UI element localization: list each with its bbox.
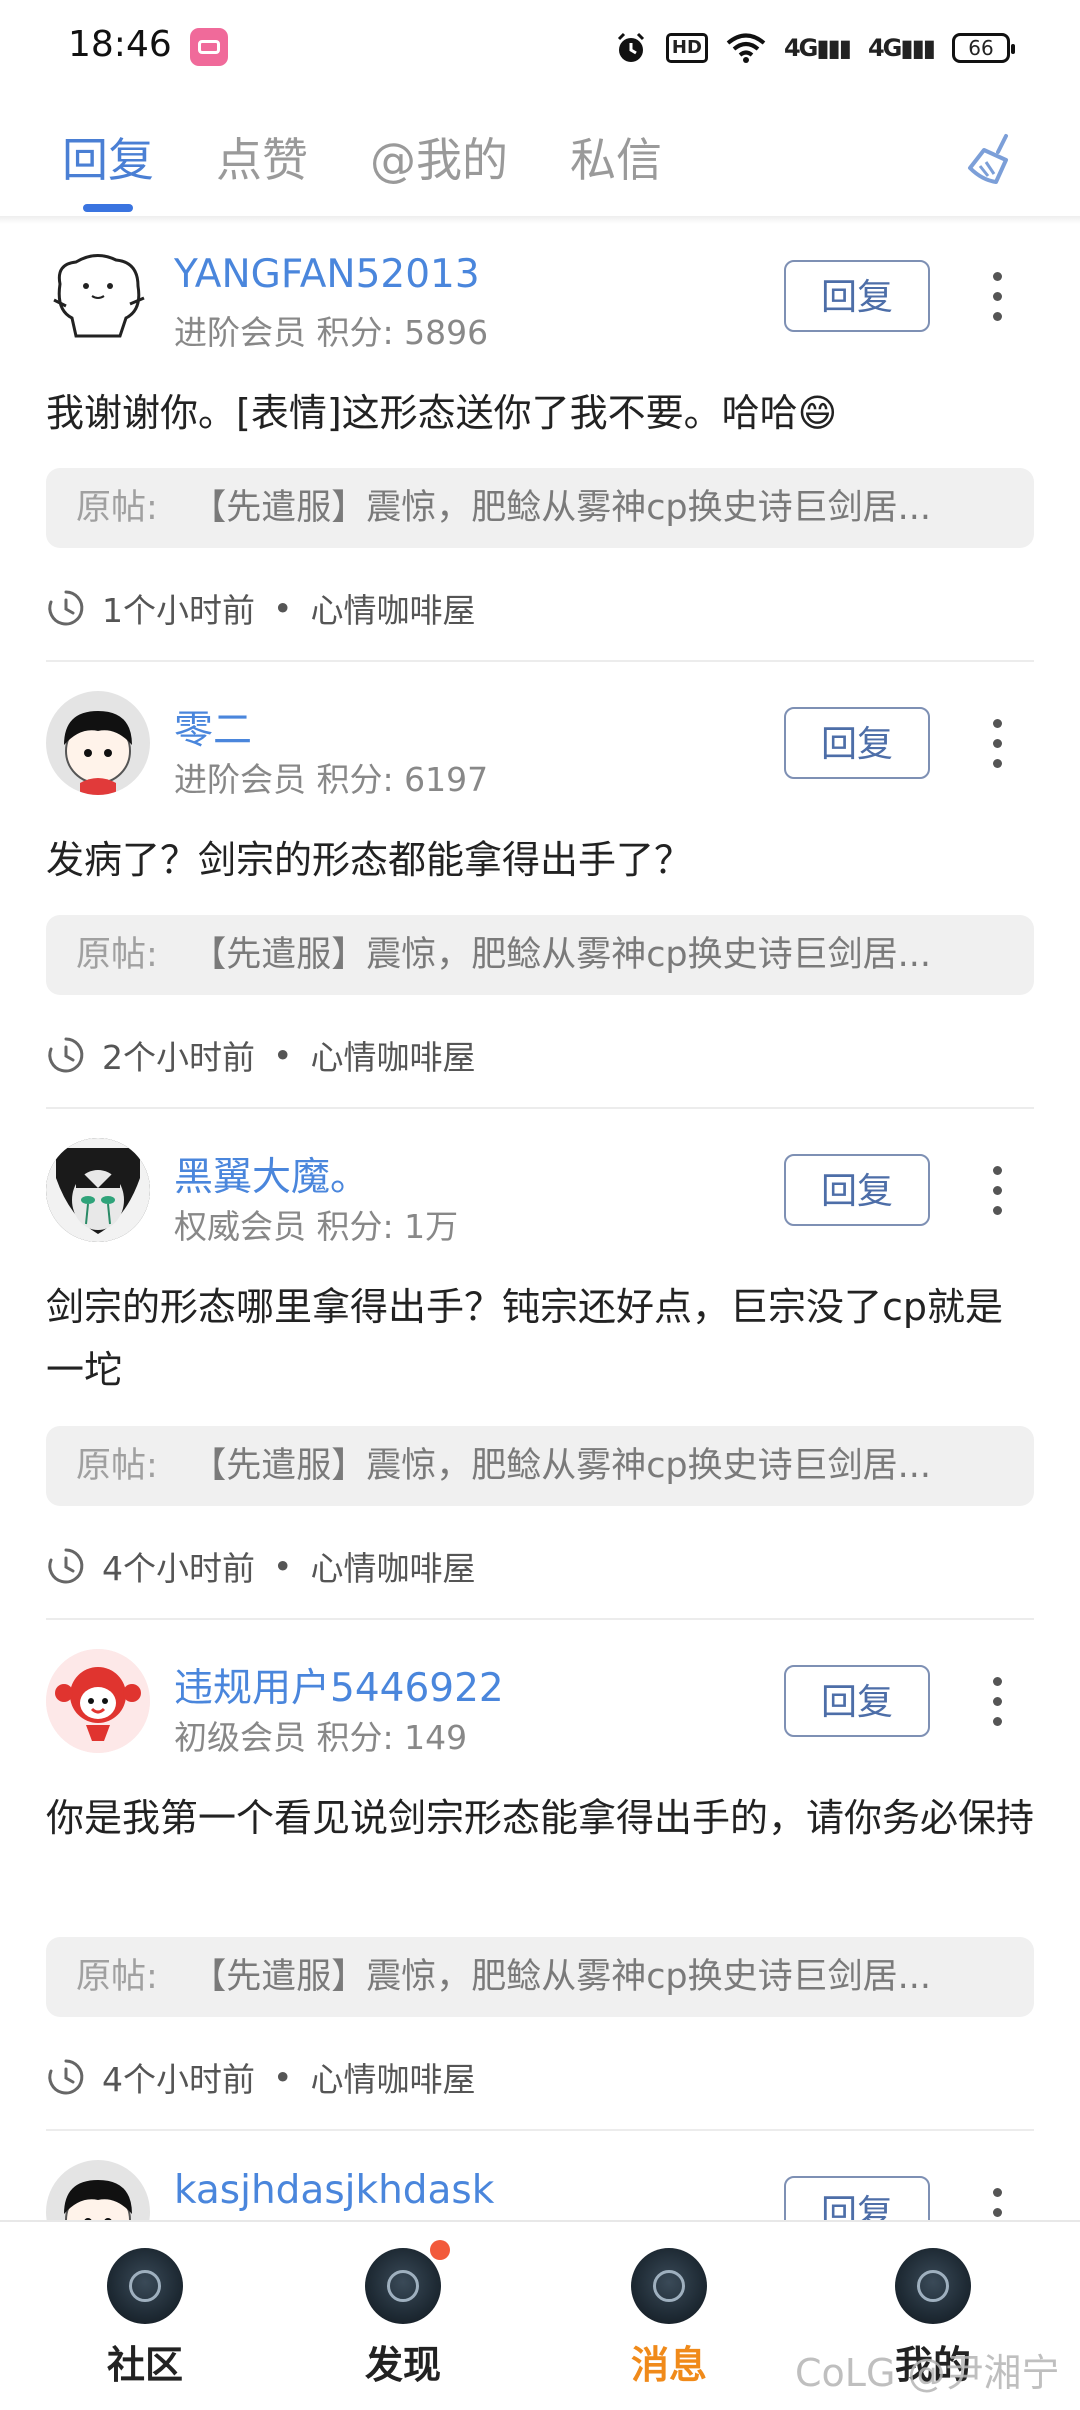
reply-button[interactable]: 回复 (784, 2176, 930, 2220)
reply-content: 发病了？剑宗的形态都能拿得出手了？ (46, 838, 693, 882)
reply-button[interactable]: 回复 (784, 1665, 930, 1737)
avatar[interactable] (46, 2160, 150, 2220)
divider (46, 2129, 1034, 2131)
username[interactable]: kasjhdasjkhdask (174, 2168, 494, 2213)
board-name[interactable]: 心情咖啡屋 (310, 2053, 475, 2101)
original-post-quote[interactable]: 原帖: 【先遣服】震惊，肥鲶从雾神cp换史诗巨剑居... (46, 468, 1034, 548)
message-tabs: 回复 点赞 @我的 私信 (0, 96, 1080, 218)
message-icon (631, 2248, 707, 2324)
clock-icon (48, 2059, 84, 2095)
reply-meta: 4个小时前 • 心情咖啡屋 (46, 1542, 475, 1590)
more-options-icon[interactable] (982, 1161, 1012, 1221)
time-ago: 2个小时前 (102, 1038, 255, 1077)
original-post-quote[interactable]: 原帖: 【先遣服】震惊，肥鲶从雾神cp换史诗巨剑居... (46, 915, 1034, 995)
reply-button[interactable]: 回复 (784, 260, 930, 332)
divider (46, 660, 1034, 662)
battery-icon: 66 (952, 33, 1015, 63)
avatar[interactable] (46, 244, 150, 348)
reply-item: 违规用户5446922 初级会员 积分: 149 回复 你是我第一个看见说剑宗形… (0, 1627, 1080, 2138)
reply-feed[interactable]: YANGFAN52013 进阶会员 积分: 5896 回复 我谢谢你。[表情]这… (0, 222, 1080, 2220)
reply-meta: 1个小时前 • 心情咖啡屋 (46, 584, 475, 632)
hd-voice-icon: HD (665, 33, 708, 63)
time-ago: 4个小时前 (102, 1549, 255, 1588)
username[interactable]: YANGFAN52013 (174, 252, 480, 297)
tab-mentions[interactable]: @我的 (370, 124, 508, 190)
status-time: 18:46 (68, 24, 172, 65)
more-options-icon[interactable] (982, 2183, 1012, 2220)
board-name[interactable]: 心情咖啡屋 (310, 1542, 475, 1590)
reply-button[interactable]: 回复 (784, 707, 930, 779)
signal-icon-2: 4G▮▮▮ (867, 34, 936, 62)
avatar[interactable] (46, 1138, 150, 1242)
community-icon (107, 2248, 183, 2324)
signal-icon: 4G▮▮▮ (783, 34, 852, 62)
member-info: 初级会员 积分: 149 (174, 1718, 468, 1757)
username[interactable]: 零二 (174, 699, 252, 755)
nav-discover[interactable]: 发现 (328, 2248, 478, 2389)
reply-item: YANGFAN52013 进阶会员 积分: 5896 回复 我谢谢你。[表情]这… (0, 222, 1080, 669)
separator-dot: • (273, 1546, 293, 1586)
clock-icon (48, 1548, 84, 1584)
avatar[interactable] (46, 691, 150, 795)
clock-icon (48, 1037, 84, 1073)
reply-meta: 4个小时前 • 心情咖啡屋 (46, 2053, 475, 2101)
more-options-icon[interactable] (982, 267, 1012, 327)
watermark: CoLG @尹湘宁 (795, 2351, 1060, 2395)
avatar[interactable] (46, 1649, 150, 1753)
active-tab-indicator (83, 204, 133, 212)
reply-button[interactable]: 回复 (784, 1154, 930, 1226)
profile-icon (895, 2248, 971, 2324)
separator-dot: • (273, 1035, 293, 1075)
divider (46, 1618, 1034, 1620)
time-ago: 4个小时前 (102, 2060, 255, 2099)
alarm-icon (617, 32, 644, 62)
reply-item: kasjhdasjkhdask 回复 (0, 2138, 1080, 2220)
more-options-icon[interactable] (982, 1672, 1012, 1732)
username[interactable]: 黑翼大魔。 (174, 1146, 369, 1202)
clock-icon (48, 590, 84, 626)
separator-dot: • (273, 2057, 293, 2097)
username[interactable]: 违规用户5446922 (174, 1657, 504, 1713)
tab-replies[interactable]: 回复 (62, 124, 154, 190)
reply-content: 剑宗的形态哪里拿得出手？钝宗还好点，巨宗没了cp就是一坨 (46, 1285, 1004, 1392)
member-info: 进阶会员 积分: 6197 (174, 760, 489, 799)
nav-messages[interactable]: 消息 (594, 2248, 744, 2389)
nav-label: 社区 (106, 2343, 183, 2387)
original-post-quote[interactable]: 原帖: 【先遣服】震惊，肥鲶从雾神cp换史诗巨剑居... (46, 1937, 1034, 2017)
wifi-icon (726, 33, 766, 63)
more-options-icon[interactable] (982, 714, 1012, 774)
reply-meta: 2个小时前 • 心情咖啡屋 (46, 1031, 475, 1079)
discover-icon (365, 2248, 441, 2324)
divider (46, 1107, 1034, 1109)
app-notification-icon (190, 28, 228, 66)
status-icons: HD 4G▮▮▮ 4G▮▮▮ 66 (614, 28, 1015, 68)
nav-community[interactable]: 社区 (70, 2248, 220, 2389)
original-post-quote[interactable]: 原帖: 【先遣服】震惊，肥鲶从雾神cp换史诗巨剑居... (46, 1426, 1034, 1506)
time-ago: 1个小时前 (102, 591, 255, 630)
board-name[interactable]: 心情咖啡屋 (310, 584, 475, 632)
reply-item: 黑翼大魔。 权威会员 积分: 1万 回复 剑宗的形态哪里拿得出手？钝宗还好点，巨… (0, 1116, 1080, 1627)
member-info: 权威会员 积分: 1万 (174, 1207, 459, 1246)
board-name[interactable]: 心情咖啡屋 (310, 1031, 475, 1079)
member-info: 进阶会员 积分: 5896 (174, 313, 489, 352)
status-bar: 18:46 HD 4G▮▮▮ 4G▮▮▮ 66 (0, 0, 1080, 96)
reply-item: 零二 进阶会员 积分: 6197 回复 发病了？剑宗的形态都能拿得出手了？ 原帖… (0, 669, 1080, 1116)
tab-private-messages[interactable]: 私信 (570, 124, 662, 190)
reply-content: 我谢谢你。[表情]这形态送你了我不要。哈哈😄 (46, 391, 838, 435)
broom-icon[interactable] (962, 130, 1022, 190)
notification-badge (430, 2240, 450, 2260)
nav-label: 发现 (364, 2343, 441, 2387)
separator-dot: • (273, 588, 293, 628)
tab-likes[interactable]: 点赞 (216, 124, 308, 190)
nav-label: 消息 (630, 2343, 707, 2387)
reply-content: 你是我第一个看见说剑宗形态能拿得出手的，请你务必保持 (46, 1796, 1035, 1840)
